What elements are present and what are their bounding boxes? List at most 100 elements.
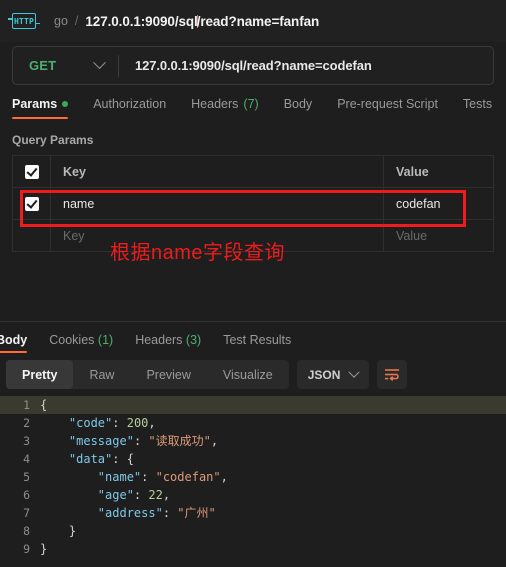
line-content: { (40, 396, 506, 414)
url-bar-row: GET 127.0.0.1:9090/sql/read?name=codefan (0, 42, 506, 85)
token: : (162, 506, 178, 520)
line-number: 7 (23, 506, 30, 520)
word-wrap-button[interactable] (377, 360, 408, 389)
response-tab-cookies[interactable]: Cookies (1) (49, 333, 113, 353)
tab-tests[interactable]: Tests (463, 97, 492, 119)
table-row[interactable]: name codefan (13, 188, 493, 220)
select-all-cell[interactable] (13, 156, 51, 187)
line-number: 8 (23, 524, 30, 538)
response-format-toolbar: Pretty Raw Preview Visualize JSON (0, 353, 506, 396)
token: : (112, 416, 127, 430)
breadcrumb-workspace[interactable]: go (54, 14, 68, 28)
tab-pre-request-script-label: Pre-request Script (337, 97, 438, 111)
response-tab-body-label: Body (0, 333, 28, 347)
line-number: 9 (23, 542, 30, 556)
page-title-part-1: 127.0.0.1:9090/sql (85, 13, 198, 29)
code-line: 1 { (0, 396, 506, 414)
language-selector[interactable]: JSON (296, 360, 370, 389)
row-enable-cell[interactable] (13, 220, 51, 251)
tab-body-label: Body (283, 97, 313, 111)
param-value-input[interactable]: codefan (384, 188, 493, 219)
tab-body[interactable]: Body (284, 97, 313, 119)
unsaved-dot-icon (62, 101, 69, 107)
annotation-text: 根据name字段查询 (110, 242, 286, 264)
token: "age" (97, 488, 134, 502)
request-tabs: Params Authorization Headers (7) Body Pr… (0, 85, 506, 119)
token: , (220, 470, 228, 484)
param-value-input[interactable]: Value (384, 220, 493, 251)
response-tab-test-results[interactable]: Test Results (223, 333, 291, 353)
url-input[interactable]: 127.0.0.1:9090/sql/read?name=codefan (119, 58, 372, 73)
line-number: 1 (23, 398, 30, 412)
response-tab-body[interactable]: Body (0, 333, 28, 353)
token: "data" (68, 452, 113, 466)
select-all-checkbox[interactable] (24, 164, 39, 179)
token: : (133, 488, 149, 502)
page-title[interactable]: 127.0.0.1:9090/sql/read?name=fanfan (85, 14, 319, 29)
chevron-down-icon (93, 56, 106, 70)
response-tabs: Body Cookies (1) Headers (3) Test Result… (0, 322, 506, 353)
table-header-row: Key Value (13, 156, 493, 188)
token: "name" (97, 470, 142, 484)
method-selector[interactable]: GET (13, 56, 118, 73)
token: 22 (148, 488, 163, 502)
postman-window: HTTP go / 127.0.0.1:9090/sql/read?name=f… (0, 0, 506, 567)
param-key-input[interactable]: name (51, 188, 384, 219)
code-line: 3 "message": "读取成功", (0, 432, 506, 450)
tab-headers[interactable]: Headers (7) (191, 97, 259, 119)
code-line: 5 "name": "codefan", (0, 468, 506, 486)
token: { (40, 398, 48, 412)
line-number: 3 (23, 434, 30, 448)
tab-authorization-label: Authorization (93, 97, 167, 111)
query-params-title: Query Params (12, 133, 94, 147)
view-mode-preview[interactable]: Preview (130, 360, 206, 389)
line-content: } (40, 522, 506, 540)
token: "address" (97, 506, 163, 520)
tab-headers-count: (7) (243, 97, 259, 111)
line-content: "message": "读取成功", (40, 432, 506, 450)
line-content: "age": 22, (40, 486, 506, 504)
view-mode-raw[interactable]: Raw (73, 360, 130, 389)
response-body-code[interactable]: 1 { 2 "code": 200, 3 "message": "读取成功", … (0, 396, 506, 558)
token: "读取成功" (148, 434, 211, 448)
response-tab-headers-label: Headers (135, 333, 183, 347)
row-enable-cell[interactable] (13, 188, 51, 219)
token: : (133, 434, 149, 448)
line-number: 4 (23, 452, 30, 466)
tab-authorization[interactable]: Authorization (93, 97, 166, 119)
method-label: GET (29, 58, 57, 73)
line-content: "name": "codefan", (40, 468, 506, 486)
chevron-down-icon (348, 366, 361, 378)
url-bar: GET 127.0.0.1:9090/sql/read?name=codefan (12, 46, 494, 85)
tab-pre-request-script[interactable]: Pre-request Script (337, 97, 438, 119)
response-tab-cookies-count: (1) (97, 333, 114, 347)
code-line: 8 } (0, 522, 506, 540)
line-content: "data": { (40, 450, 506, 468)
code-line: 9 } (0, 540, 506, 558)
view-mode-pretty[interactable]: Pretty (6, 360, 74, 389)
view-mode-segmented-control: Pretty Raw Preview Visualize (6, 360, 289, 389)
view-mode-visualize[interactable]: Visualize (207, 360, 289, 389)
response-pane: Body Cookies (1) Headers (3) Test Result… (0, 322, 506, 567)
breadcrumb-separator: / (74, 14, 79, 28)
line-number: 5 (23, 470, 30, 484)
line-number: 6 (23, 488, 30, 502)
token: : { (112, 452, 134, 466)
breadcrumb-bar: HTTP go / 127.0.0.1:9090/sql/read?name=f… (0, 0, 506, 42)
line-number: 2 (23, 416, 30, 430)
row-enable-checkbox[interactable] (24, 196, 39, 211)
response-tab-headers[interactable]: Headers (3) (135, 333, 201, 353)
tab-params[interactable]: Params (12, 97, 69, 119)
token: "code" (68, 416, 113, 430)
token: "广州" (177, 506, 216, 520)
language-selector-label: JSON (307, 367, 341, 382)
line-content: } (40, 540, 506, 558)
token: , (162, 488, 171, 502)
response-tab-test-results-label: Test Results (223, 333, 292, 347)
response-tab-headers-count: (3) (185, 333, 202, 347)
